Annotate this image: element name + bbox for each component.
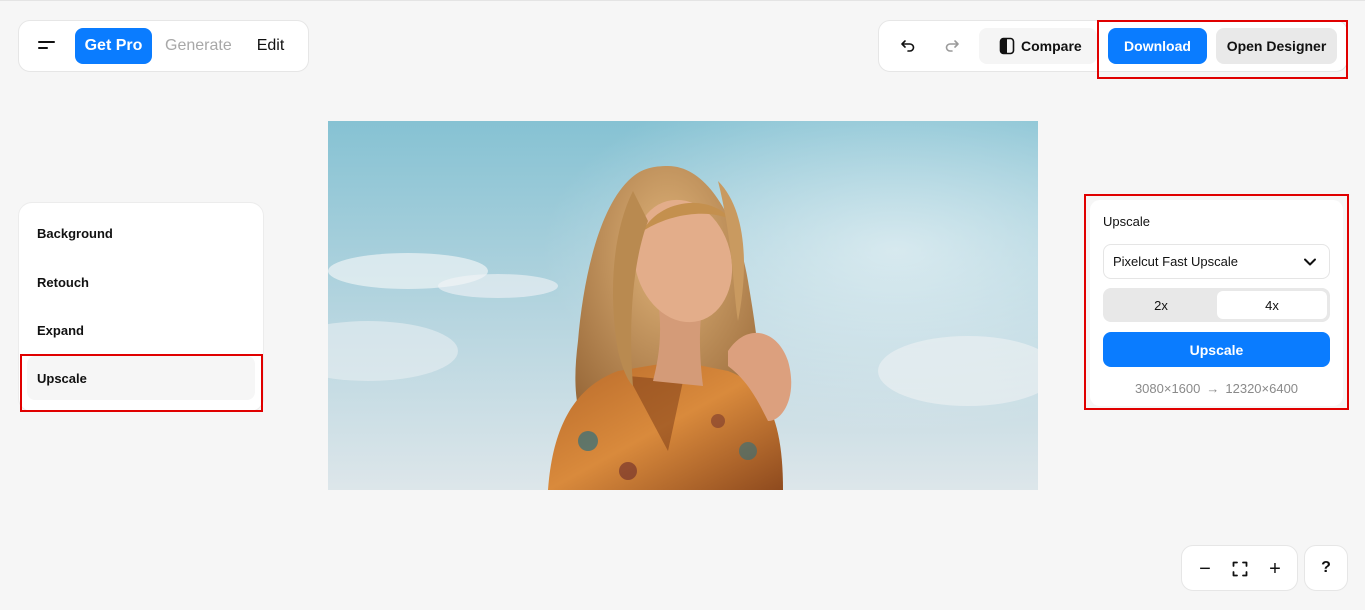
nav-generate[interactable]: Generate: [165, 37, 232, 55]
zoom-controls: − +: [1181, 545, 1298, 591]
top-divider: [0, 0, 1365, 1]
scale-option-4x[interactable]: 4x: [1217, 291, 1327, 319]
chevron-down-icon: [1304, 258, 1316, 266]
redo-icon: [945, 40, 959, 52]
zoom-in-button[interactable]: +: [1260, 554, 1290, 584]
compare-button[interactable]: Compare: [979, 28, 1097, 64]
sidebar-item-retouch[interactable]: Retouch: [27, 260, 255, 304]
sidebar-item-background[interactable]: Background: [27, 211, 255, 255]
menu-button[interactable]: [29, 28, 65, 64]
portrait-photo: [328, 121, 1038, 490]
zoom-out-button[interactable]: −: [1190, 554, 1220, 584]
menu-icon: [38, 41, 56, 51]
upscale-button[interactable]: Upscale: [1103, 332, 1330, 367]
redo-button[interactable]: [937, 31, 967, 61]
get-pro-button[interactable]: Get Pro: [75, 28, 152, 64]
top-left-toolbar: Get Pro Generate Edit: [18, 20, 309, 72]
original-size: 3080×1600: [1134, 381, 1201, 396]
upscale-panel-title: Upscale: [1103, 214, 1150, 229]
canvas-image[interactable]: [328, 121, 1038, 490]
undo-icon: [901, 40, 915, 52]
open-designer-button[interactable]: Open Designer: [1216, 28, 1337, 64]
nav-edit[interactable]: Edit: [257, 37, 285, 55]
arrow-right-icon: →: [1206, 381, 1220, 396]
upscale-model-select[interactable]: Pixelcut Fast Upscale: [1103, 244, 1330, 279]
undo-button[interactable]: [893, 31, 923, 61]
scale-segmented-control: 2x 4x: [1103, 288, 1330, 322]
download-button[interactable]: Download: [1108, 28, 1207, 64]
upscale-model-value: Pixelcut Fast Upscale: [1113, 254, 1238, 269]
tool-sidebar: Background Retouch Expand Upscale: [18, 202, 264, 412]
scale-option-2x[interactable]: 2x: [1106, 291, 1216, 319]
top-right-toolbar: Compare Download Open Designer: [878, 20, 1348, 72]
sidebar-item-upscale[interactable]: Upscale: [27, 356, 255, 400]
compare-icon: [999, 37, 1015, 55]
fit-screen-button[interactable]: [1225, 554, 1255, 584]
compare-label: Compare: [1021, 38, 1082, 54]
upscale-size-info: 3080×1600 → 12320×6400: [1103, 381, 1330, 396]
help-button[interactable]: ?: [1304, 545, 1348, 591]
upscale-panel: Upscale Pixelcut Fast Upscale 2x 4x Upsc…: [1090, 200, 1343, 406]
sidebar-item-expand[interactable]: Expand: [27, 308, 255, 352]
fit-screen-icon: [1232, 561, 1248, 577]
target-size: 12320×6400: [1225, 381, 1299, 396]
